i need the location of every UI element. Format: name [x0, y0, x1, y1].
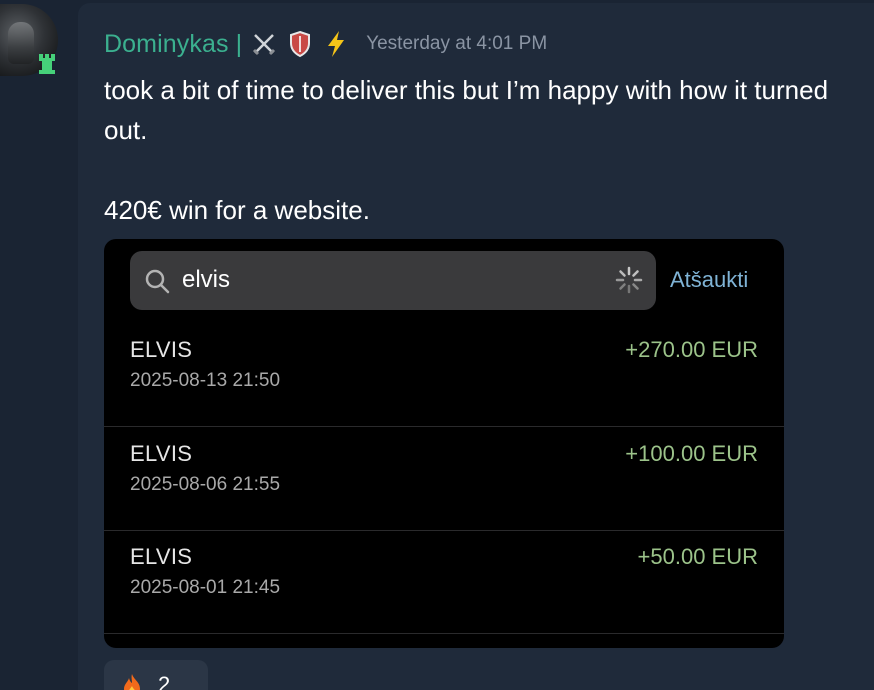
search-input-value: elvis: [182, 266, 231, 293]
transaction-amount: +100.00 EUR: [625, 441, 758, 466]
avatar-photo: [8, 22, 34, 64]
fire-icon: [124, 674, 140, 690]
transaction-row[interactable]: ELVIS 2025-08-13 21:50 +270.00 EUR: [104, 323, 784, 427]
message-timestamp: Yesterday at 4:01 PM: [366, 33, 548, 54]
loading-spinner-icon: [615, 266, 643, 294]
reaction-button[interactable]: 2: [104, 660, 208, 690]
author-badges: [250, 30, 350, 58]
transaction-row[interactable]: ELVIS 2025-08-01 21:45 +50.00 EUR: [104, 530, 784, 634]
transaction-name: ELVIS: [130, 441, 193, 466]
transaction-row[interactable]: ELVIS 2025-08-06 21:55 +100.00 EUR: [104, 427, 784, 531]
attached-image[interactable]: elvis Atšaukti ELVIS 2025-08-13 21:50 +2…: [104, 239, 784, 648]
transaction-amount: +270.00 EUR: [625, 337, 758, 362]
transaction-amount: +50.00 EUR: [637, 544, 758, 569]
reaction-count: 2: [158, 672, 171, 690]
message-text: took a bit of time to deliver this but I…: [104, 75, 829, 225]
shield-icon: [286, 30, 314, 58]
rook-icon: [39, 54, 55, 74]
crossed-swords-icon: [250, 30, 278, 58]
transaction-name: ELVIS: [130, 544, 193, 569]
search-icon: [145, 269, 170, 294]
transaction-date: 2025-08-06 21:55: [130, 474, 281, 495]
transaction-name: ELVIS: [130, 337, 193, 362]
transaction-date: 2025-08-13 21:50: [130, 370, 281, 391]
message-header: Dominykas | Yesterday at 4:01 PM: [104, 28, 547, 60]
author-name[interactable]: Dominykas |: [104, 30, 242, 59]
lightning-icon: [322, 30, 350, 58]
search-field[interactable]: elvis: [130, 251, 656, 310]
transaction-date: 2025-08-01 21:45: [130, 577, 281, 598]
cancel-search-button[interactable]: Atšaukti: [670, 267, 748, 293]
chat-page: Dominykas | Yesterday at 4:01 PM took a …: [0, 0, 874, 690]
